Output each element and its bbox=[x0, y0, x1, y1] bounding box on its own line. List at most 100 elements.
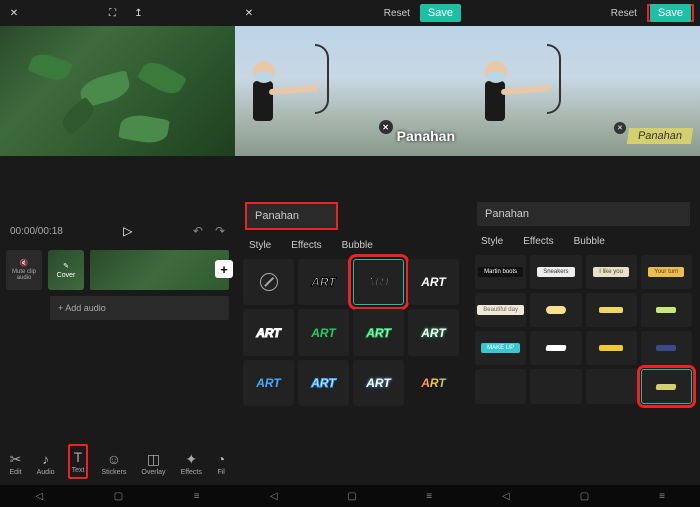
export-icon[interactable]: ↥ bbox=[131, 5, 147, 21]
text-tabs: Style Effects Bubble bbox=[235, 236, 467, 259]
bubble-option[interactable] bbox=[530, 369, 581, 403]
video-preview[interactable]: ✕ Panahan bbox=[467, 26, 700, 156]
tab-style[interactable]: Style bbox=[481, 236, 503, 247]
back-nav-icon[interactable]: ◁ bbox=[35, 491, 43, 502]
home-nav-icon[interactable]: ▢ bbox=[114, 491, 123, 502]
bubble-option[interactable] bbox=[641, 331, 692, 365]
text-input[interactable] bbox=[477, 202, 690, 226]
tool-effects[interactable]: ✦Effects bbox=[179, 448, 204, 479]
banner-content: Panahan bbox=[627, 128, 693, 144]
bubble-option[interactable] bbox=[475, 369, 526, 403]
close-icon[interactable]: ✕ bbox=[241, 5, 257, 21]
archer-figure bbox=[245, 61, 315, 151]
bubble-option[interactable]: Beautiful day bbox=[475, 293, 526, 327]
archer-figure bbox=[477, 61, 547, 151]
video-preview[interactable]: ✕ Panahan bbox=[235, 26, 467, 156]
style-option[interactable]: ART bbox=[408, 259, 459, 305]
overlay-icon: ◫ bbox=[147, 451, 160, 467]
bubble-option[interactable] bbox=[530, 331, 581, 365]
tool-text[interactable]: TText bbox=[68, 444, 89, 479]
tab-effects[interactable]: Effects bbox=[291, 240, 321, 251]
filter-icon: ◔ bbox=[217, 451, 225, 467]
bubble-option[interactable] bbox=[530, 293, 581, 327]
style-option[interactable]: ART bbox=[298, 309, 349, 355]
text-input[interactable] bbox=[247, 204, 336, 228]
tab-bubble[interactable]: Bubble bbox=[574, 236, 605, 247]
style-option[interactable]: ART bbox=[298, 259, 349, 305]
android-navbar: ◁ ▢ ≡ bbox=[235, 485, 467, 507]
text-input-row bbox=[467, 196, 700, 232]
text-input-row bbox=[235, 196, 467, 236]
undo-button[interactable]: ↶ bbox=[193, 224, 203, 238]
text-bubble-panel: Reset Save ✕ Panahan Style Effects Bubbl… bbox=[467, 0, 700, 507]
play-button[interactable]: ▷ bbox=[123, 224, 132, 238]
tool-filter[interactable]: ◔Fil bbox=[215, 448, 227, 479]
bubble-option[interactable] bbox=[641, 293, 692, 327]
bubble-option[interactable]: I like you bbox=[586, 255, 637, 289]
tool-edit[interactable]: ✂Edit bbox=[8, 448, 24, 479]
back-nav-icon[interactable]: ◁ bbox=[270, 491, 278, 502]
style-option[interactable]: ART bbox=[408, 309, 459, 355]
back-nav-icon[interactable]: ◁ bbox=[502, 491, 510, 502]
add-audio-button[interactable]: + Add audio bbox=[50, 296, 229, 320]
video-clip[interactable]: + bbox=[90, 250, 229, 290]
home-nav-icon[interactable]: ▢ bbox=[347, 491, 356, 502]
close-icon[interactable]: ✕ bbox=[6, 5, 22, 21]
bubble-option[interactable] bbox=[586, 369, 637, 403]
bubble-option[interactable]: MAKE UP bbox=[475, 331, 526, 365]
bubble-option[interactable] bbox=[586, 293, 637, 327]
save-button[interactable]: Save bbox=[420, 4, 461, 22]
tool-stickers[interactable]: ☺Stickers bbox=[99, 448, 128, 479]
home-nav-icon[interactable]: ▢ bbox=[580, 491, 589, 502]
bubble-option[interactable]: Your turn bbox=[641, 255, 692, 289]
style-option[interactable]: ART bbox=[243, 360, 294, 406]
tab-bubble[interactable]: Bubble bbox=[342, 240, 373, 251]
android-navbar: ◁ ▢ ≡ bbox=[467, 485, 700, 507]
timeline-tracks: 🔇 Mute clip audio ✎ Cover + + Add audio bbox=[0, 246, 235, 324]
style-option-selected[interactable]: ART bbox=[353, 259, 404, 305]
text-tabs: Style Effects Bubble bbox=[467, 232, 700, 255]
bubble-option-selected[interactable] bbox=[641, 369, 692, 403]
bubble-option[interactable]: Martin boots bbox=[475, 255, 526, 289]
header-bar: ✕ Reset Save bbox=[235, 0, 467, 26]
style-option[interactable]: ART bbox=[353, 360, 404, 406]
style-option[interactable]: ART bbox=[408, 360, 459, 406]
video-preview[interactable] bbox=[0, 26, 235, 156]
add-clip-button[interactable]: + bbox=[215, 260, 233, 278]
tab-effects[interactable]: Effects bbox=[523, 236, 553, 247]
time-display: 00:00/00:18 bbox=[10, 226, 63, 237]
bottom-toolbar: ✂Edit ♪Audio TText ☺Stickers ◫Overlay ✦E… bbox=[0, 440, 235, 483]
text-overlay-content: Panahan bbox=[397, 128, 455, 144]
tool-audio[interactable]: ♪Audio bbox=[35, 448, 57, 479]
mute-clip-button[interactable]: 🔇 Mute clip audio bbox=[6, 250, 42, 290]
bubble-option[interactable]: Sneakers bbox=[530, 255, 581, 289]
text-overlay[interactable]: ✕ Panahan bbox=[397, 128, 455, 144]
redo-button[interactable]: ↷ bbox=[215, 224, 225, 238]
style-option[interactable]: ART bbox=[298, 360, 349, 406]
note-icon: ♪ bbox=[42, 451, 49, 467]
style-option[interactable]: ART bbox=[353, 309, 404, 355]
save-button[interactable]: Save bbox=[650, 4, 691, 22]
reset-button[interactable]: Reset bbox=[611, 8, 637, 19]
style-option[interactable]: ART bbox=[243, 309, 294, 355]
expand-icon[interactable]: ⛶ bbox=[105, 5, 121, 21]
text-icon: T bbox=[74, 449, 83, 465]
recent-nav-icon[interactable]: ≡ bbox=[426, 491, 432, 502]
header-bar: ✕ ⛶ ↥ bbox=[0, 0, 235, 26]
bubble-option[interactable] bbox=[586, 331, 637, 365]
style-none[interactable] bbox=[243, 259, 294, 305]
android-navbar: ◁ ▢ ≡ bbox=[0, 485, 235, 507]
reset-button[interactable]: Reset bbox=[384, 8, 410, 19]
delete-text-icon[interactable]: ✕ bbox=[614, 122, 626, 134]
scissors-icon: ✂ bbox=[10, 451, 22, 467]
mute-label: Mute clip audio bbox=[6, 269, 42, 281]
recent-nav-icon[interactable]: ≡ bbox=[659, 491, 665, 502]
text-overlay-banner[interactable]: ✕ Panahan bbox=[628, 128, 692, 144]
delete-text-icon[interactable]: ✕ bbox=[379, 120, 393, 134]
tab-style[interactable]: Style bbox=[249, 240, 271, 251]
time-controls: 00:00/00:18 ▷ ↶ ↷ bbox=[0, 216, 235, 246]
cover-button[interactable]: ✎ Cover bbox=[48, 250, 84, 290]
tool-overlay[interactable]: ◫Overlay bbox=[139, 448, 167, 479]
recent-nav-icon[interactable]: ≡ bbox=[194, 491, 200, 502]
style-grid: ART ART ART ART ART ART ART ART ART ART … bbox=[235, 259, 467, 406]
